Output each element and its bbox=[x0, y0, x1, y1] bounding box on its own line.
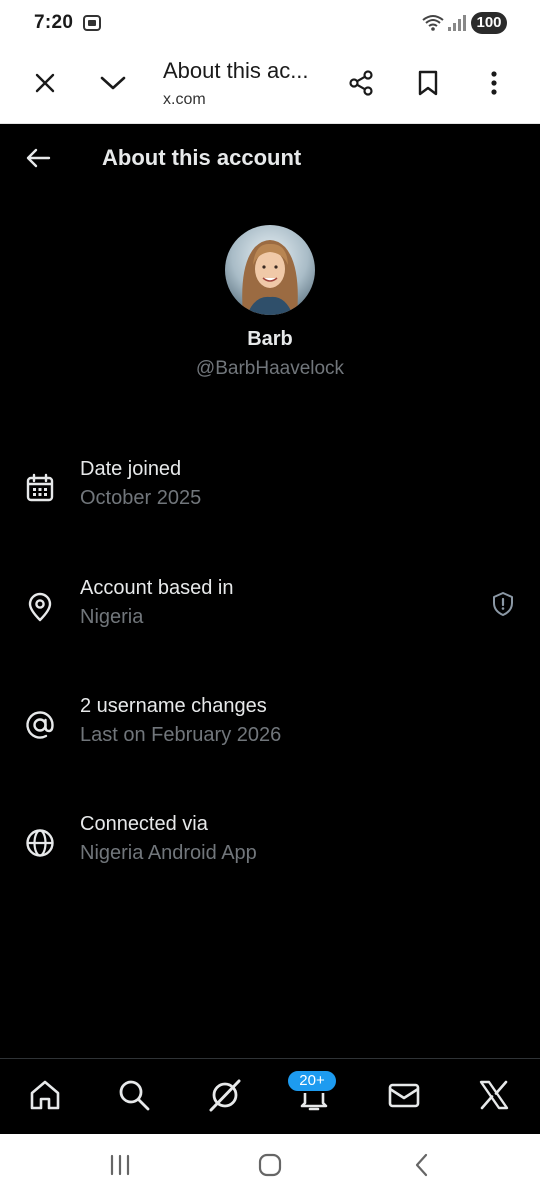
nav-messages[interactable] bbox=[382, 1075, 426, 1119]
status-bar: 7:20 100 bbox=[0, 0, 540, 46]
chevron-down-icon bbox=[100, 75, 126, 96]
info-row-connected-via: Connected via Nigeria Android App bbox=[0, 813, 540, 893]
more-vert-icon bbox=[490, 70, 498, 101]
minimize-button[interactable] bbox=[93, 65, 133, 105]
avatar[interactable] bbox=[225, 225, 315, 315]
at-sign-icon bbox=[24, 709, 56, 741]
nav-home[interactable] bbox=[23, 1075, 67, 1119]
close-icon bbox=[34, 72, 56, 99]
info-label: Date joined bbox=[80, 458, 182, 480]
battery-indicator: 100 bbox=[471, 12, 507, 34]
page-title: About this account bbox=[102, 145, 302, 170]
location-pin-icon bbox=[24, 591, 56, 623]
back-chevron-icon bbox=[412, 1152, 432, 1183]
bottom-nav bbox=[0, 1058, 540, 1134]
x-logo-icon bbox=[478, 1079, 510, 1116]
info-row-date-joined: Date joined October 2025 bbox=[0, 458, 540, 538]
more-options-button[interactable] bbox=[474, 65, 514, 105]
profile-name: Barb bbox=[247, 328, 293, 350]
globe-icon bbox=[24, 827, 56, 859]
info-row-username-changes: 2 username changes Last on February 2026 bbox=[0, 695, 540, 775]
info-value: Last on February 2026 bbox=[80, 724, 282, 746]
page-tab-title: About this ac... bbox=[163, 58, 309, 83]
recents-button[interactable] bbox=[102, 1152, 138, 1182]
system-nav-bar bbox=[0, 1134, 540, 1200]
grok-icon bbox=[207, 1077, 243, 1118]
screen-record-icon bbox=[82, 13, 102, 33]
nav-grok[interactable] bbox=[203, 1075, 247, 1119]
home-circle-icon bbox=[257, 1152, 283, 1183]
bookmark-icon bbox=[417, 70, 439, 101]
signal-icon bbox=[447, 14, 467, 32]
back-button[interactable] bbox=[20, 142, 56, 178]
info-value: October 2025 bbox=[80, 487, 202, 509]
shield-alert-icon[interactable] bbox=[490, 591, 516, 617]
bookmark-button[interactable] bbox=[408, 65, 448, 105]
notification-count-badge: 20+ bbox=[286, 1069, 338, 1093]
info-label: Account based in bbox=[80, 577, 234, 599]
mail-icon bbox=[387, 1078, 421, 1117]
home-system-button[interactable] bbox=[252, 1152, 288, 1182]
share-button[interactable] bbox=[341, 65, 381, 105]
info-row-account-based-in[interactable]: Account based in Nigeria bbox=[0, 577, 540, 657]
arrow-left-icon bbox=[25, 147, 51, 174]
status-time: 7:20 bbox=[34, 12, 74, 33]
home-icon bbox=[28, 1078, 62, 1117]
info-label: 2 username changes bbox=[80, 695, 267, 717]
info-value: Nigeria bbox=[80, 606, 144, 628]
share-icon bbox=[347, 69, 375, 102]
browser-toolbar: About this ac... x.com bbox=[0, 46, 540, 124]
wifi-icon bbox=[421, 13, 445, 33]
recents-icon bbox=[107, 1154, 133, 1181]
nav-x-premium[interactable] bbox=[472, 1075, 516, 1119]
profile-handle: @BarbHaavelock bbox=[195, 358, 345, 379]
info-value: Nigeria Android App bbox=[80, 842, 257, 864]
info-label: Connected via bbox=[80, 813, 208, 835]
back-system-button[interactable] bbox=[404, 1152, 440, 1182]
calendar-icon bbox=[24, 472, 56, 504]
page-url: x.com bbox=[163, 91, 206, 108]
search-icon bbox=[117, 1078, 151, 1117]
nav-search[interactable] bbox=[112, 1075, 156, 1119]
close-tab-button[interactable] bbox=[25, 65, 65, 105]
